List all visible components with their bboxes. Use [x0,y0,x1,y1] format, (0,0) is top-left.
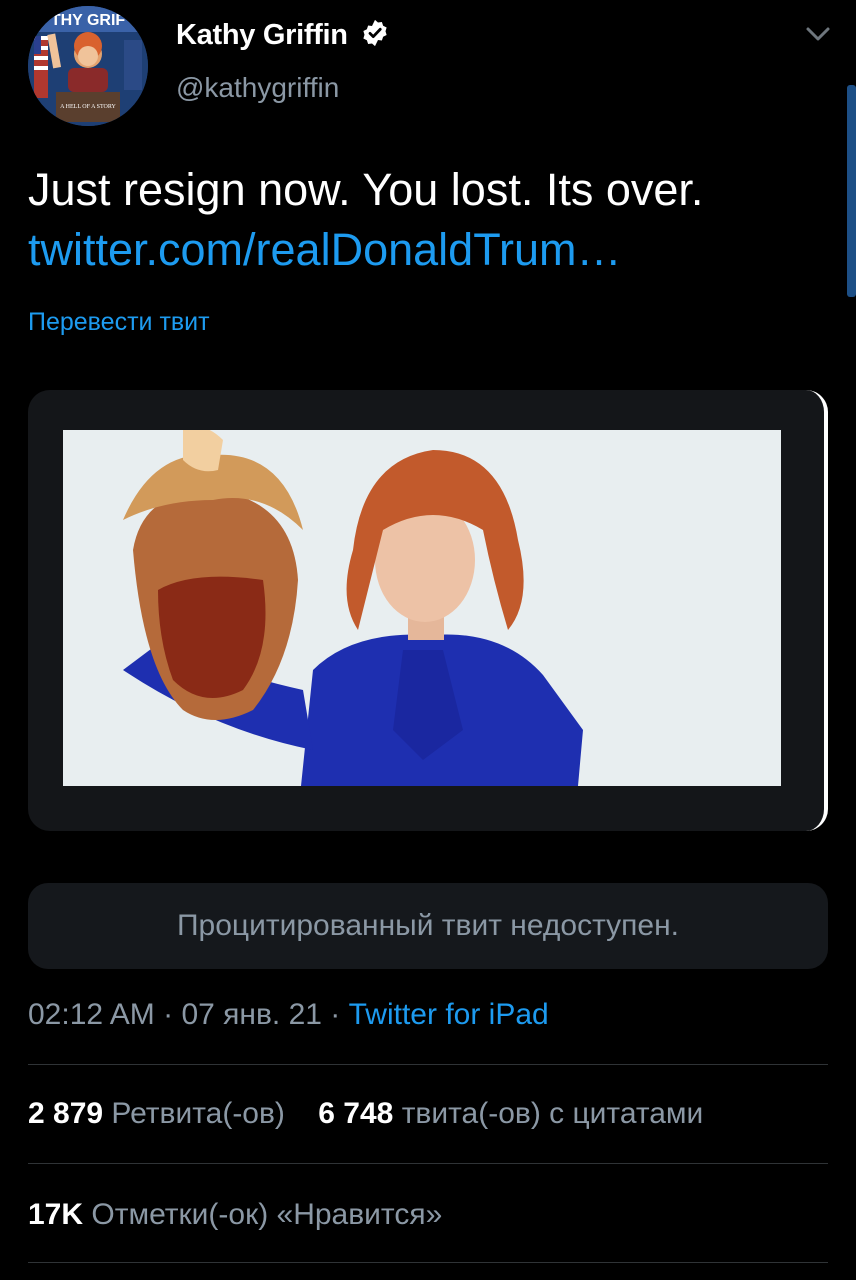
divider [28,1064,828,1065]
divider [28,1163,828,1164]
tweet-meta: 02:12 AM · 07 янв. 21 · Twitter for iPad [28,998,549,1032]
quotes-link[interactable]: 6 748 твита(-ов) с цитатами [318,1097,703,1130]
tweet-text: Just resign now. You lost. Its over. twi… [28,160,828,280]
retweet-stats-row: 2 879 Ретвита(-ов) 6 748 твита(-ов) с ци… [28,1097,703,1131]
svg-text:THY GRIF: THY GRIF [51,12,126,29]
divider [28,1262,828,1263]
chevron-down-icon[interactable] [804,20,832,48]
retweets-label: Ретвита(-ов) [111,1097,285,1130]
quoted-tweet-card[interactable]: Процитированный твит недоступен. [28,883,828,969]
scrollbar[interactable] [847,85,856,297]
tweet-link[interactable]: twitter.com/realDonaldTrum… [28,220,828,280]
quoted-tweet-unavailable-text: Процитированный твит недоступен. [176,909,680,942]
separator: · [330,998,341,1031]
avatar[interactable]: THY GRIF A HELL OF A STORY [28,6,148,126]
avatar-image: THY GRIF A HELL OF A STORY [28,6,148,126]
author-handle[interactable]: @kathygriffin [176,72,339,104]
likes-label: Отметки(-ок) «Нравится» [91,1198,443,1231]
tweet-source[interactable]: Twitter for iPad [349,998,549,1031]
tweet-time[interactable]: 02:12 AM [28,998,155,1031]
separator: · [163,998,174,1031]
verified-badge-icon [360,18,390,53]
retweets-count: 2 879 [28,1097,104,1130]
svg-text:A HELL OF A STORY: A HELL OF A STORY [60,104,116,110]
tweet-date[interactable]: 07 янв. 21 [181,998,322,1031]
likes-count: 17K [28,1198,84,1231]
quotes-label: твита(-ов) с цитатами [401,1097,704,1130]
likes-stats-row[interactable]: 17K Отметки(-ок) «Нравится» [28,1198,442,1232]
quotes-count: 6 748 [318,1097,394,1130]
translate-tweet-link[interactable]: Перевести твит [28,308,210,337]
author-name-row[interactable]: Kathy Griffin [176,18,390,53]
tweet-body: Just resign now. You lost. Its over. [28,164,704,215]
tweet-photo[interactable] [63,426,781,786]
retweets-link[interactable]: 2 879 Ретвита(-ов) [28,1097,285,1130]
media-card[interactable] [28,390,828,831]
author-name[interactable]: Kathy Griffin [176,19,348,52]
